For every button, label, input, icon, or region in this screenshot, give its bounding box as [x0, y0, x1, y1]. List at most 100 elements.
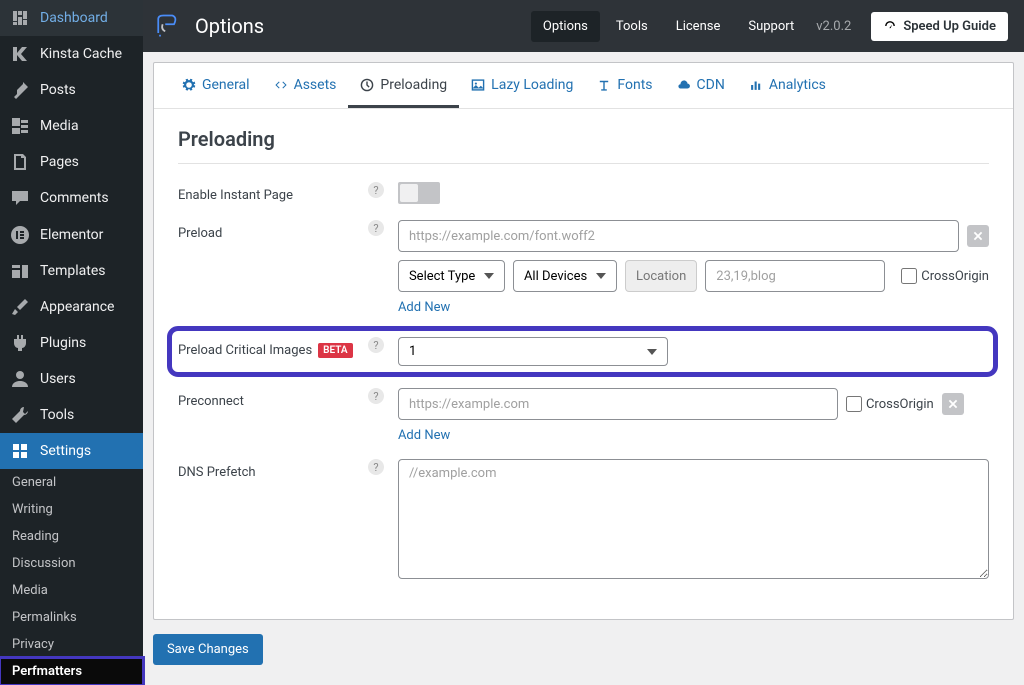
- sidebar-sub-writing[interactable]: Writing: [0, 496, 143, 523]
- sidebar-item-templates[interactable]: Templates: [0, 253, 143, 289]
- font-icon: [597, 78, 611, 92]
- tab-lazy-loading[interactable]: Lazy Loading: [459, 63, 585, 108]
- sidebar-item-users[interactable]: Users: [0, 361, 143, 397]
- content: General Assets Preloading Lazy Loading F…: [143, 52, 1024, 685]
- help-icon[interactable]: ?: [368, 459, 384, 475]
- sidebar-item-posts[interactable]: Posts: [0, 72, 143, 108]
- pin-icon: [10, 80, 30, 100]
- instant-page-label: Enable Instant Page: [178, 182, 368, 203]
- users-icon: [10, 369, 30, 389]
- settings-icon: [10, 441, 30, 461]
- kinsta-icon: [10, 44, 30, 64]
- tools-icon: [10, 405, 30, 425]
- location-chip: Location: [625, 260, 697, 292]
- pages-icon: [10, 152, 30, 172]
- remove-button[interactable]: [942, 393, 964, 415]
- sidebar-item-label: Pages: [40, 154, 79, 170]
- sidebar-item-elementor[interactable]: Elementor: [0, 217, 143, 253]
- plugin-icon: [10, 333, 30, 353]
- brush-icon: [10, 297, 30, 317]
- remove-button[interactable]: [967, 225, 989, 247]
- preconnect-crossorigin-checkbox[interactable]: CrossOrigin: [846, 396, 934, 412]
- sidebar-item-label: Tools: [40, 407, 74, 423]
- perfmatters-logo-icon: [153, 12, 181, 40]
- sidebar-item-label: Dashboard: [40, 10, 108, 26]
- sidebar-item-kinsta[interactable]: Kinsta Cache: [0, 36, 143, 72]
- sidebar-sub-general[interactable]: General: [0, 469, 143, 496]
- nav-options[interactable]: Options: [531, 11, 600, 42]
- sidebar-sub-permalinks[interactable]: Permalinks: [0, 604, 143, 631]
- dns-prefetch-textarea[interactable]: [398, 459, 989, 579]
- sidebar-item-tools[interactable]: Tools: [0, 397, 143, 433]
- instant-page-toggle[interactable]: [398, 182, 440, 204]
- tab-analytics[interactable]: Analytics: [737, 63, 838, 108]
- sidebar-item-settings[interactable]: Settings: [0, 433, 143, 469]
- dns-prefetch-label: DNS Prefetch: [178, 459, 368, 480]
- critical-images-select[interactable]: 1: [398, 337, 668, 366]
- help-icon[interactable]: ?: [368, 220, 384, 236]
- tabs: General Assets Preloading Lazy Loading F…: [154, 63, 1013, 109]
- panel: Preloading Enable Instant Page ? Preload…: [154, 109, 1013, 619]
- sidebar-item-comments[interactable]: Comments: [0, 180, 143, 216]
- media-icon: [10, 116, 30, 136]
- add-new-link[interactable]: Add New: [398, 428, 989, 443]
- help-icon[interactable]: ?: [368, 182, 384, 198]
- app-root: Dashboard Kinsta Cache Posts Media Pages…: [0, 0, 1024, 685]
- row-preload-critical-images: Preload Critical Images BETA ? 1: [172, 331, 993, 372]
- sidebar-item-label: Comments: [40, 190, 109, 206]
- sidebar-sub-perfmatters[interactable]: Perfmatters: [0, 658, 143, 685]
- add-new-link[interactable]: Add New: [398, 300, 989, 315]
- sidebar-sub-reading[interactable]: Reading: [0, 523, 143, 550]
- nav-license[interactable]: License: [664, 11, 733, 42]
- nav-tools[interactable]: Tools: [604, 11, 660, 42]
- elementor-icon: [10, 225, 30, 245]
- sidebar-item-label: Posts: [40, 82, 76, 98]
- preload-devices-select[interactable]: All Devices: [513, 260, 617, 292]
- tab-preloading[interactable]: Preloading: [348, 63, 459, 108]
- topbar-nav: Options Tools License Support v2.0.2: [531, 11, 857, 42]
- panel-title: Preloading: [178, 127, 989, 151]
- tab-fonts[interactable]: Fonts: [585, 63, 664, 108]
- options-card: General Assets Preloading Lazy Loading F…: [153, 62, 1014, 620]
- topbar: Options Options Tools License Support v2…: [143, 0, 1024, 52]
- sidebar-item-label: Appearance: [40, 299, 114, 315]
- sidebar-item-dashboard[interactable]: Dashboard: [0, 0, 143, 36]
- templates-icon: [10, 261, 30, 281]
- sidebar-sub-media[interactable]: Media: [0, 577, 143, 604]
- cloud-icon: [677, 78, 691, 92]
- sidebar-item-label: Settings: [40, 443, 91, 459]
- tab-general[interactable]: General: [170, 63, 262, 108]
- preload-location-input[interactable]: [705, 260, 885, 292]
- help-icon[interactable]: ?: [368, 388, 384, 404]
- gauge-icon: [883, 19, 897, 33]
- sidebar-sub-discussion[interactable]: Discussion: [0, 550, 143, 577]
- divider: [178, 163, 989, 164]
- sidebar-item-label: Media: [40, 118, 79, 134]
- speed-up-guide-button[interactable]: Speed Up Guide: [871, 12, 1008, 41]
- sidebar-item-label: Plugins: [40, 335, 86, 351]
- code-icon: [274, 78, 288, 92]
- gear-icon: [182, 78, 196, 92]
- preload-url-input[interactable]: [398, 220, 959, 252]
- critical-images-label: Preload Critical Images BETA: [178, 337, 368, 358]
- sidebar-item-media[interactable]: Media: [0, 108, 143, 144]
- preconnect-input[interactable]: [398, 388, 838, 420]
- sidebar-item-label: Elementor: [40, 227, 103, 243]
- sidebar-item-label: Kinsta Cache: [40, 46, 122, 62]
- sidebar-item-appearance[interactable]: Appearance: [0, 289, 143, 325]
- tab-cdn[interactable]: CDN: [665, 63, 737, 108]
- preload-type-select[interactable]: Select Type: [398, 260, 505, 292]
- sidebar-sub-privacy[interactable]: Privacy: [0, 631, 143, 658]
- chart-icon: [749, 78, 763, 92]
- admin-sidebar: Dashboard Kinsta Cache Posts Media Pages…: [0, 0, 143, 685]
- sidebar-item-pages[interactable]: Pages: [0, 144, 143, 180]
- crossorigin-checkbox[interactable]: CrossOrigin: [901, 268, 989, 284]
- preconnect-label: Preconnect: [178, 388, 368, 409]
- tab-assets[interactable]: Assets: [262, 63, 349, 108]
- sidebar-item-plugins[interactable]: Plugins: [0, 325, 143, 361]
- nav-support[interactable]: Support: [736, 11, 806, 42]
- save-changes-button[interactable]: Save Changes: [153, 634, 263, 665]
- sidebar-item-label: Users: [40, 371, 76, 387]
- beta-badge: BETA: [318, 343, 352, 358]
- help-icon[interactable]: ?: [368, 337, 384, 353]
